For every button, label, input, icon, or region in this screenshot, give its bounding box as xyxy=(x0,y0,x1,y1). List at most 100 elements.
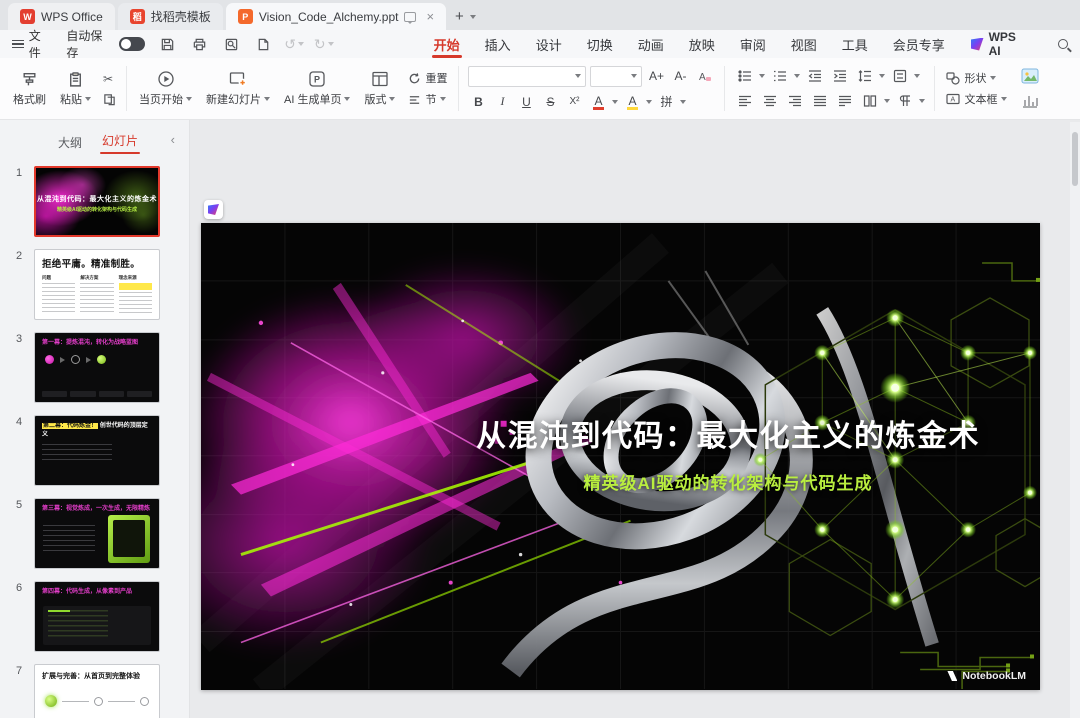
font-color-dropdown-icon[interactable] xyxy=(612,100,618,104)
outline-tab[interactable]: 大纲 xyxy=(58,134,82,151)
wps-ai-float-button[interactable] xyxy=(204,200,223,219)
tab-view[interactable]: 视图 xyxy=(791,30,817,58)
numbered-dropdown-icon[interactable] xyxy=(794,74,800,78)
font-family-select[interactable] xyxy=(468,66,586,87)
undo-icon[interactable]: ↺ xyxy=(284,36,296,53)
italic-button[interactable]: I xyxy=(492,92,512,112)
textbox-button[interactable]: A 文本框 xyxy=(946,91,1007,107)
section-dropdown-icon[interactable] xyxy=(440,97,446,101)
underline-button[interactable]: U xyxy=(516,92,536,112)
highlight-dropdown-icon[interactable] xyxy=(646,100,652,104)
slide-thumbnail-2[interactable]: 拒绝平庸。精准制胜。 问题 解决方案 理念来源 xyxy=(34,249,160,320)
superscript-button[interactable]: X² xyxy=(564,92,584,112)
bold-button[interactable]: B xyxy=(468,92,488,112)
redo-dropdown-icon[interactable] xyxy=(328,42,334,46)
scrollbar-thumb[interactable] xyxy=(1072,132,1078,186)
ai-generate-dropdown-icon[interactable] xyxy=(344,97,350,101)
tab-tools[interactable]: 工具 xyxy=(842,30,868,58)
align-distribute-icon[interactable] xyxy=(834,91,855,111)
insert-picture-icon[interactable] xyxy=(1019,66,1040,86)
tab-list-dropdown-icon[interactable] xyxy=(470,15,476,19)
slide-subtitle-textbox[interactable]: 精英级AI驱动的转化架构与代码生成 xyxy=(416,469,1040,494)
layout-button[interactable]: 版式 xyxy=(357,63,402,114)
bullet-dropdown-icon[interactable] xyxy=(759,74,765,78)
tab-docer-templates[interactable]: 稻 找稻壳模板 xyxy=(118,3,223,30)
columns-dropdown-icon[interactable] xyxy=(884,99,890,103)
new-slide-button[interactable]: 新建幻灯片 xyxy=(199,63,277,114)
text-direction-icon[interactable] xyxy=(889,66,910,86)
tab-wps-office[interactable]: W WPS Office xyxy=(8,3,115,30)
increase-font-button[interactable]: A+ xyxy=(646,66,666,86)
vertical-scrollbar[interactable] xyxy=(1070,122,1080,718)
new-tab-button[interactable]: + xyxy=(455,8,464,25)
align-center-icon[interactable] xyxy=(759,91,780,111)
tab-animations[interactable]: 动画 xyxy=(638,30,664,58)
tab-transitions[interactable]: 切换 xyxy=(587,30,613,58)
shapes-button[interactable]: 形状 xyxy=(946,70,1007,86)
clear-format-icon[interactable]: A xyxy=(694,66,715,86)
pinyin-guide-button[interactable]: 拼 xyxy=(656,92,676,112)
align-justify-icon[interactable] xyxy=(809,91,830,111)
tab-review[interactable]: 审阅 xyxy=(740,30,766,58)
copy-button[interactable] xyxy=(103,93,116,106)
ai-generate-page-button[interactable]: P AI 生成单页 xyxy=(277,63,357,114)
columns-icon[interactable] xyxy=(859,91,880,111)
export-pdf-icon[interactable] xyxy=(253,34,274,54)
line-spacing-dropdown-icon[interactable] xyxy=(879,74,885,78)
current-slide[interactable]: 从混沌到代码：最大化主义的炼金术 精英级AI驱动的转化架构与代码生成 Noteb… xyxy=(201,223,1040,690)
shapes-dropdown-icon[interactable] xyxy=(990,76,996,80)
cut-button[interactable]: ✂ xyxy=(103,72,116,86)
tab-slideshow[interactable]: 放映 xyxy=(689,30,715,58)
file-menu-button[interactable]: 文件 xyxy=(12,27,52,61)
align-right-icon[interactable] xyxy=(784,91,805,111)
increase-indent-icon[interactable] xyxy=(829,66,850,86)
slide-thumbnail-4[interactable]: 第二幕：代码炼金！ 创世代码的顶层定义 xyxy=(34,415,160,486)
tab-design[interactable]: 设计 xyxy=(536,30,562,58)
bullet-list-icon[interactable] xyxy=(734,66,755,86)
slide-thumbnail-7[interactable]: 扩展与完善：从首页到完整体验 xyxy=(34,664,160,718)
start-from-current-button[interactable]: 当页开始 xyxy=(132,63,199,114)
tab-current-document[interactable]: P Vision_Code_Alchemy.ppt × xyxy=(226,3,446,30)
tab-insert[interactable]: 插入 xyxy=(485,30,511,58)
collapse-panel-icon[interactable]: ‹ xyxy=(171,132,175,147)
autosave-toggle[interactable] xyxy=(119,37,146,51)
line-spacing-icon[interactable] xyxy=(854,66,875,86)
pinyin-dropdown-icon[interactable] xyxy=(680,100,686,104)
numbered-list-icon[interactable] xyxy=(769,66,790,86)
print-icon[interactable] xyxy=(189,34,210,54)
tab-membership[interactable]: 会员专享 xyxy=(893,30,945,58)
new-slide-dropdown-icon[interactable] xyxy=(264,97,270,101)
reset-button[interactable]: 重置 xyxy=(408,70,447,86)
slide-thumbnail-6[interactable]: 第四幕：代码生成，从像素到产品 xyxy=(34,581,160,652)
decrease-indent-icon[interactable] xyxy=(804,66,825,86)
save-icon[interactable] xyxy=(157,34,178,54)
start-dropdown-icon[interactable] xyxy=(186,97,192,101)
section-button[interactable]: 节 xyxy=(408,91,447,107)
slide-thumbnail-3[interactable]: 第一幕：提炼混沌，转化为战略蓝图 xyxy=(34,332,160,403)
editing-canvas[interactable]: 从混沌到代码：最大化主义的炼金术 精英级AI驱动的转化架构与代码生成 Noteb… xyxy=(190,120,1080,718)
redo-icon[interactable]: ↻ xyxy=(314,36,326,53)
paste-button[interactable]: 粘贴 xyxy=(53,63,98,114)
undo-dropdown-icon[interactable] xyxy=(298,42,304,46)
slide-thumbnail-1[interactable]: 从混沌到代码：最大化主义的炼金术 精英级AI驱动的转化架构与代码生成 xyxy=(34,166,160,237)
paragraph-dropdown-icon[interactable] xyxy=(919,99,925,103)
paste-dropdown-icon[interactable] xyxy=(85,97,91,101)
align-left-icon[interactable] xyxy=(734,91,755,111)
slide-thumbnail-5[interactable]: 第三幕：视觉炼成，一次生成，无限精炼 xyxy=(34,498,160,569)
layout-dropdown-icon[interactable] xyxy=(389,97,395,101)
wps-ai-button[interactable]: WPS AI xyxy=(971,30,1030,58)
textbox-dropdown-icon[interactable] xyxy=(1001,97,1007,101)
decrease-font-button[interactable]: A- xyxy=(670,66,690,86)
format-painter-button[interactable]: 格式刷 xyxy=(6,63,53,114)
print-preview-icon[interactable] xyxy=(221,34,242,54)
strikethrough-button[interactable]: S xyxy=(540,92,560,112)
text-direction-dropdown-icon[interactable] xyxy=(914,74,920,78)
font-size-select[interactable] xyxy=(590,66,642,87)
insert-chart-icon[interactable] xyxy=(1019,91,1040,111)
paragraph-settings-icon[interactable] xyxy=(894,91,915,111)
close-tab-icon[interactable]: × xyxy=(426,9,434,24)
search-icon[interactable] xyxy=(1058,39,1068,49)
tab-home[interactable]: 开始 xyxy=(434,30,460,58)
slides-tab[interactable]: 幻灯片 xyxy=(102,132,138,152)
slide-title-textbox[interactable]: 从混沌到代码：最大化主义的炼金术 xyxy=(416,411,1040,455)
